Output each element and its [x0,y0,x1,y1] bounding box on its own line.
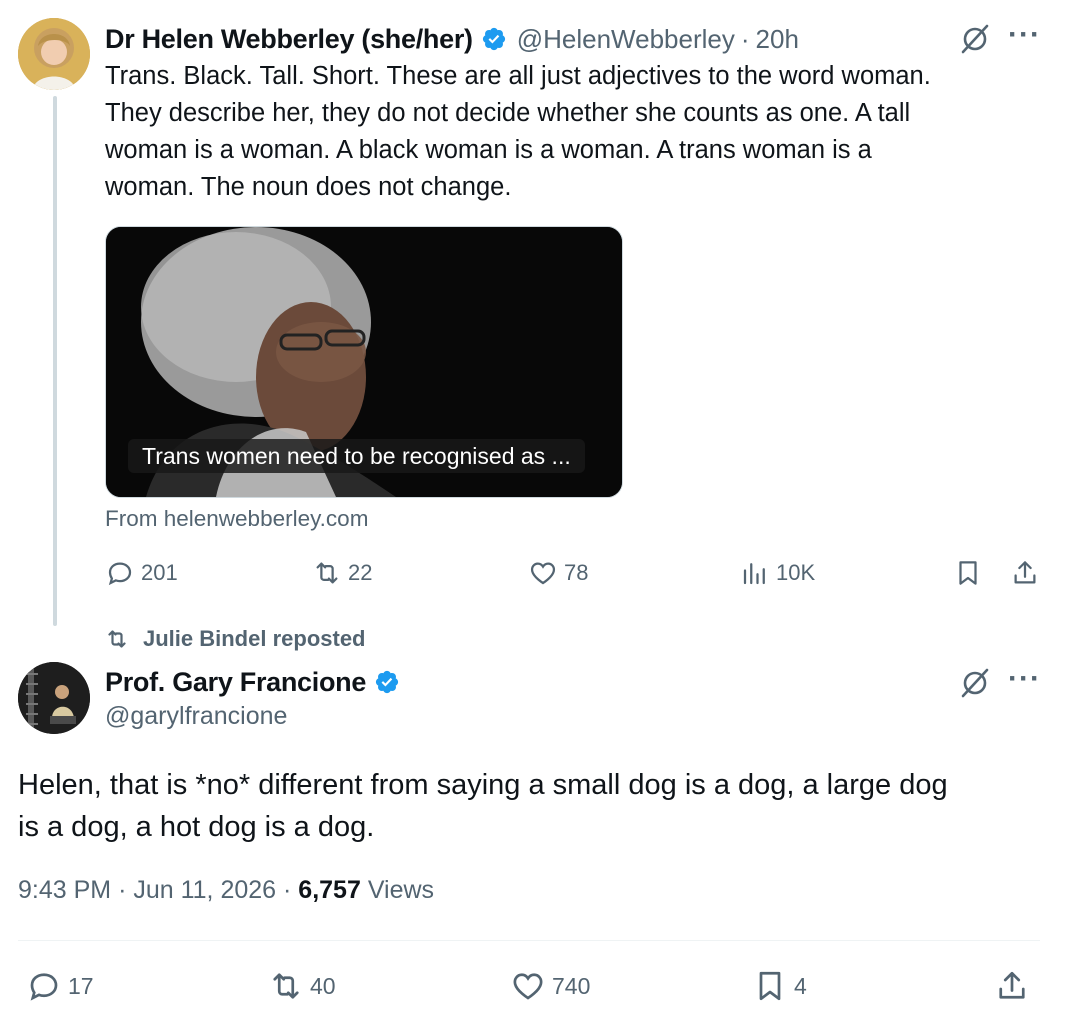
like-count: 78 [564,560,589,585]
tweet1-text: Trans. Black. Tall. Short. These are all… [105,58,1025,206]
author-handle[interactable]: @HelenWebberley [517,24,735,55]
bookmark-icon [959,561,977,585]
share-button[interactable] [994,968,1036,1004]
tweet1-text-line: woman is a woman. A black woman is a wom… [105,136,872,164]
tweet2-meta: 9:43 PM · Jun 11, 2026 · 6,757 Views [18,876,434,905]
tweet1-header: Dr Helen Webberley (she/her) @HelenWebbe… [105,20,799,58]
repost-button[interactable]: 40 [268,968,336,1004]
video-caption: Trans women need to be recognised as ... [128,439,585,473]
repost-icon [273,973,299,999]
reply-count: 17 [68,972,94,999]
tweet-time[interactable]: 20h [756,24,799,55]
reply-count: 201 [141,560,178,585]
repost-count: 40 [310,972,336,999]
bookmark-icon [759,971,781,1001]
heart-icon [530,562,556,585]
repost-icon [316,562,338,584]
reply-icon [30,973,58,1001]
views-label: Views [367,876,435,904]
separator-dot: · [283,876,292,904]
tweet2-author: Prof. Gary Francione [105,664,400,700]
repost-count: 22 [348,560,373,585]
source-link[interactable]: From helenwebberley.com [105,506,368,532]
like-button[interactable]: 740 [510,968,590,1004]
repost-button[interactable]: 22 [312,558,372,588]
verified-badge-icon [374,669,400,695]
avatar-gary-francione[interactable] [18,662,90,734]
separator-dot: · [740,23,750,54]
share-icon [1014,561,1036,584]
author-handle[interactable]: @garylfrancione [105,702,287,731]
author-name[interactable]: Prof. Gary Francione [105,667,366,698]
bookmark-button[interactable] [953,558,989,588]
reply-button[interactable]: 201 [105,558,178,588]
bookmark-count: 4 [794,972,807,999]
reply-icon [108,562,132,586]
tweet1-text-line: woman. The noun does not change. [105,173,512,201]
repost-attribution[interactable]: Julie Bindel reposted [105,626,366,652]
tweet1-text-line: Trans. Black. Tall. Short. These are all… [105,62,931,90]
more-icon[interactable]: ··· [1008,662,1041,696]
like-count: 740 [552,972,591,999]
views-icon [743,563,765,585]
video-card[interactable]: Trans women need to be recognised as ... [105,226,623,498]
share-icon [999,971,1025,999]
tweet-date[interactable]: Jun 11, 2026 [133,876,276,904]
more-icon[interactable]: ··· [1008,18,1041,52]
like-button[interactable]: 78 [528,558,588,588]
heart-icon [513,973,543,1000]
tweet-time[interactable]: 9:43 PM [18,876,111,904]
verified-badge-icon [481,26,507,52]
grok-icon[interactable] [958,666,992,700]
bookmark-button[interactable]: 4 [752,968,807,1004]
author-name[interactable]: Dr Helen Webberley (she/her) [105,24,473,55]
separator-dot: · [118,876,127,904]
views-count: 10K [776,560,816,585]
share-button[interactable] [1010,558,1046,588]
views-button[interactable]: 10K [740,558,815,588]
tweet2-text: Helen, that is *no* different from sayin… [18,764,1028,848]
tweet2-text-line: is a dog, a hot dog is a dog. [18,811,375,843]
avatar-helen-webberley[interactable] [18,18,90,90]
tweet2-text-line: Helen, that is *no* different from sayin… [18,769,948,801]
repost-icon [108,630,126,648]
thread-connector [53,96,57,626]
repost-note-text: Julie Bindel reposted [143,626,366,651]
grok-icon[interactable] [958,22,992,56]
views-count: 6,757 [298,876,361,904]
tweet1-text-line: They describe her, they do not decide wh… [105,99,911,127]
reply-button[interactable]: 17 [26,968,94,1004]
divider [18,940,1040,941]
